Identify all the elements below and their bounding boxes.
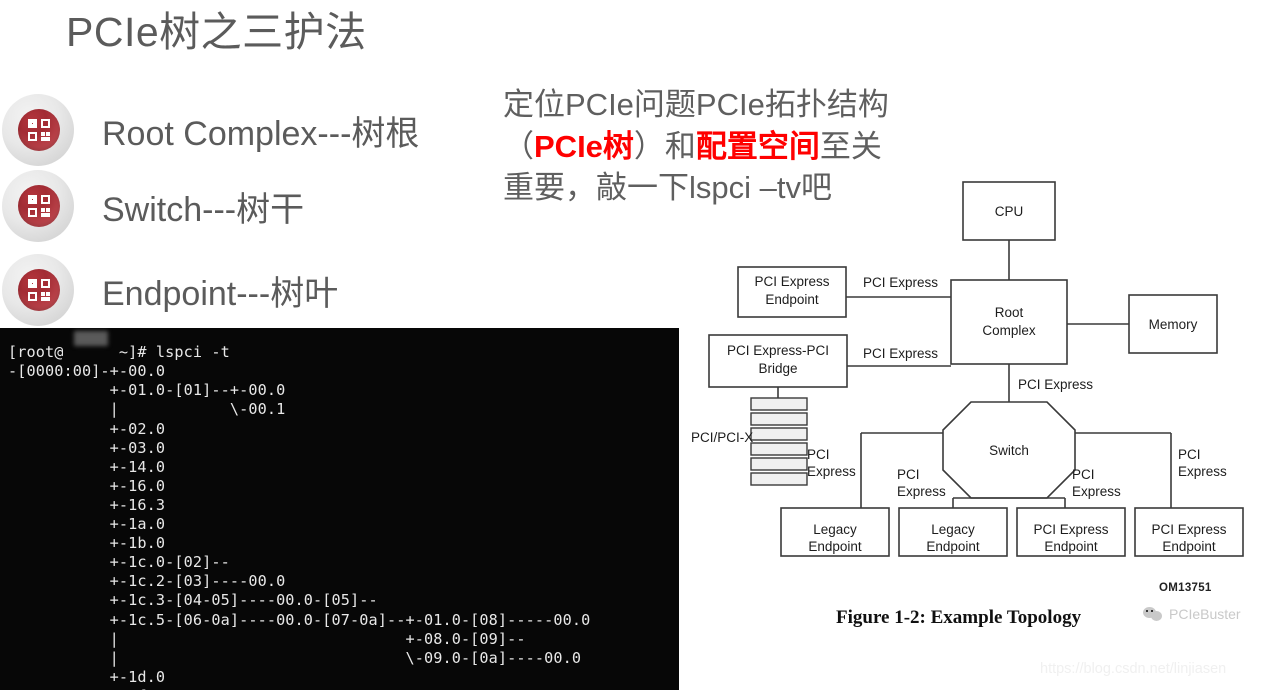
endpoint-2-label-1: Legacy xyxy=(931,522,975,537)
endpoint-1-label-1: Legacy xyxy=(813,522,857,537)
badge-disc xyxy=(18,185,60,227)
node-pcie-pci-bridge-label-2: Bridge xyxy=(758,361,797,376)
badge-disc xyxy=(18,109,60,151)
figure-caption: Figure 1-2: Example Topology xyxy=(836,607,1082,628)
qr-code-glyph xyxy=(28,119,50,141)
endpoint-2-label-2: Endpoint xyxy=(926,539,980,554)
bullet-item-root-complex[interactable]: Root Complex---树根 xyxy=(0,92,419,168)
endpoint-4-label-2: Endpoint xyxy=(1162,539,1216,554)
link-label-rc-to-endpoint: PCI Express xyxy=(863,275,938,290)
node-switch-label: Switch xyxy=(989,443,1029,458)
bullet-item-endpoint[interactable]: Endpoint---树叶 xyxy=(0,252,338,328)
topology-diagram-svg: CPU Root Complex Memory PCI Express Endp… xyxy=(691,181,1244,557)
qr-code-icon xyxy=(2,94,74,166)
figure-code-label: OM13751 xyxy=(1159,582,1212,594)
qr-code-glyph xyxy=(28,195,50,217)
link-label-pci-pcix: PCI/PCI-X xyxy=(691,430,753,445)
link-label-switch-leg2-line2: Express xyxy=(897,484,946,499)
link-label-switch-leg3-line1: PCI xyxy=(1072,467,1095,482)
node-root-complex-label-1: Root xyxy=(995,305,1024,320)
endpoint-4-label-1: PCI Express xyxy=(1151,522,1226,537)
node-pcie-pci-bridge-label-1: PCI Express-PCI xyxy=(727,343,829,358)
link-label-rc-to-switch: PCI Express xyxy=(1018,377,1093,392)
link-label-switch-leg4-line1: PCI xyxy=(1178,447,1201,462)
node-cpu-label: CPU xyxy=(995,204,1024,219)
link-label-switch-leg4-line2: Express xyxy=(1178,464,1227,479)
node-pcie-endpoint-top-label-1: PCI Express xyxy=(754,274,829,289)
paragraph-highlight-config-space: 配置空间 xyxy=(695,128,820,164)
link-label-rc-to-bridge: PCI Express xyxy=(863,346,938,361)
bullet-item-label: Root Complex---树根 xyxy=(102,114,420,153)
terminal-hostname-redaction xyxy=(74,331,108,346)
bullet-item-label: Endpoint---树叶 xyxy=(102,274,339,313)
node-memory-label: Memory xyxy=(1149,317,1198,332)
topology-figure: CPU Root Complex Memory PCI Express Endp… xyxy=(681,170,1271,640)
link-label-switch-leg1-line1: PCI xyxy=(807,447,830,462)
node-root-complex-label-2: Complex xyxy=(982,323,1036,338)
pci-pcix-slot-stack xyxy=(750,397,808,486)
node-root-complex-box xyxy=(950,279,1068,365)
node-pcie-endpoint-top-label-2: Endpoint xyxy=(765,292,819,307)
link-label-switch-leg3-line2: Express xyxy=(1072,484,1121,499)
qr-code-icon xyxy=(2,254,74,326)
bullet-item-switch[interactable]: Switch---树干 xyxy=(0,168,304,244)
endpoint-1-label-2: Endpoint xyxy=(808,539,862,554)
paragraph-segment-2: ）和 xyxy=(633,128,696,164)
figure-wechat-watermark: PCIeBuster xyxy=(1143,606,1241,622)
slide-canvas: PCIe树之三护法 Root Complex---树根 Switch---树干 … xyxy=(0,0,1271,690)
terminal-panel: [root@ ~]# lspci -t -[0000:00]-+-00.0 +-… xyxy=(0,328,679,690)
endpoint-3-label-1: PCI Express xyxy=(1033,522,1108,537)
endpoint-3-label-2: Endpoint xyxy=(1044,539,1098,554)
watermark: https://blog.csdn.net/linjiasen xyxy=(1040,661,1227,677)
figure-wechat-label: PCIeBuster xyxy=(1169,606,1241,622)
page-title: PCIe树之三护法 xyxy=(66,9,367,55)
paragraph-highlight-pcie-tree: PCIe树 xyxy=(534,128,634,164)
terminal-output: [root@ ~]# lspci -t -[0000:00]-+-00.0 +-… xyxy=(8,343,591,690)
bullet-item-label: Switch---树干 xyxy=(102,190,305,229)
link-label-switch-leg1-line2: Express xyxy=(807,464,856,479)
wechat-icon xyxy=(1143,606,1163,622)
link-label-switch-leg2-line1: PCI xyxy=(897,467,920,482)
badge-disc xyxy=(18,269,60,311)
qr-code-icon xyxy=(2,170,74,242)
qr-code-glyph xyxy=(28,279,50,301)
